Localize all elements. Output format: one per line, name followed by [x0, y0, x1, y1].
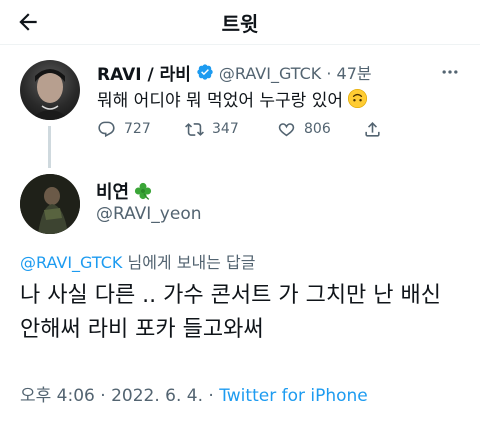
- reply-avatar[interactable]: [20, 174, 80, 234]
- reply-action[interactable]: 727: [97, 120, 185, 139]
- reply-handle[interactable]: @RAVI_yeon: [96, 204, 202, 224]
- parent-avatar[interactable]: [20, 60, 80, 120]
- more-options-button[interactable]: [438, 60, 462, 84]
- four-leaf-clover-icon: [135, 182, 152, 200]
- reply-name-text: 비연: [96, 182, 130, 203]
- reply-icon: [98, 121, 115, 137]
- more-horizontal-icon: [442, 70, 458, 74]
- top-bar: 트윗: [0, 0, 480, 44]
- avatar-portrait-image: [30, 69, 70, 120]
- retweet-action[interactable]: 347: [185, 120, 277, 139]
- header-divider: [0, 44, 480, 45]
- share-action[interactable]: [363, 120, 390, 139]
- reply-display-name[interactable]: 비연: [96, 178, 153, 204]
- page-title: 트윗: [221, 12, 259, 36]
- reply-tweet-text: 나 사실 다른 .. 가수 콘서트 가 그치만 난 배신 안해써 라비 포카 들…: [20, 283, 442, 342]
- tweet-source-link[interactable]: Twitter for iPhone: [219, 386, 368, 406]
- reply-count: 727: [124, 121, 151, 137]
- parent-tweet-header: RAVI / 라비 @RAVI_GTCK · 47분: [97, 60, 372, 85]
- verified-badge-icon: [197, 64, 213, 80]
- replying-to-suffix: 님에게 보내는 답글: [122, 253, 256, 272]
- parent-tweet-body: 뭐해 어디야 뭐 먹었어 누구랑 있어: [97, 91, 343, 111]
- parent-tweet-text: 뭐해 어디야 뭐 먹었어 누구랑 있어: [97, 86, 368, 111]
- like-count: 806: [304, 121, 331, 137]
- retweet-count: 347: [212, 121, 239, 137]
- like-action[interactable]: 806: [277, 120, 363, 139]
- replying-to-line: @RAVI_GTCK 님에게 보내는 답글: [20, 249, 255, 273]
- tweet-timestamp[interactable]: 오후 4:06 · 2022. 6. 4. ·: [20, 386, 219, 406]
- tweet-actions: 727 347 806: [97, 117, 390, 141]
- tweet-metadata: 오후 4:06 · 2022. 6. 4. · Twitter for iPho…: [20, 381, 368, 406]
- upside-down-face-emoji: [347, 88, 368, 109]
- heart-icon: [278, 122, 295, 136]
- share-icon: [365, 121, 380, 137]
- thread-connector-line: [48, 126, 51, 168]
- avatar-stage-image: [20, 174, 80, 234]
- replying-to-mention[interactable]: @RAVI_GTCK: [20, 253, 122, 272]
- parent-display-name[interactable]: RAVI / 라비: [97, 60, 191, 85]
- parent-handle-time[interactable]: @RAVI_GTCK · 47분: [219, 60, 372, 84]
- retweet-icon: [185, 122, 204, 136]
